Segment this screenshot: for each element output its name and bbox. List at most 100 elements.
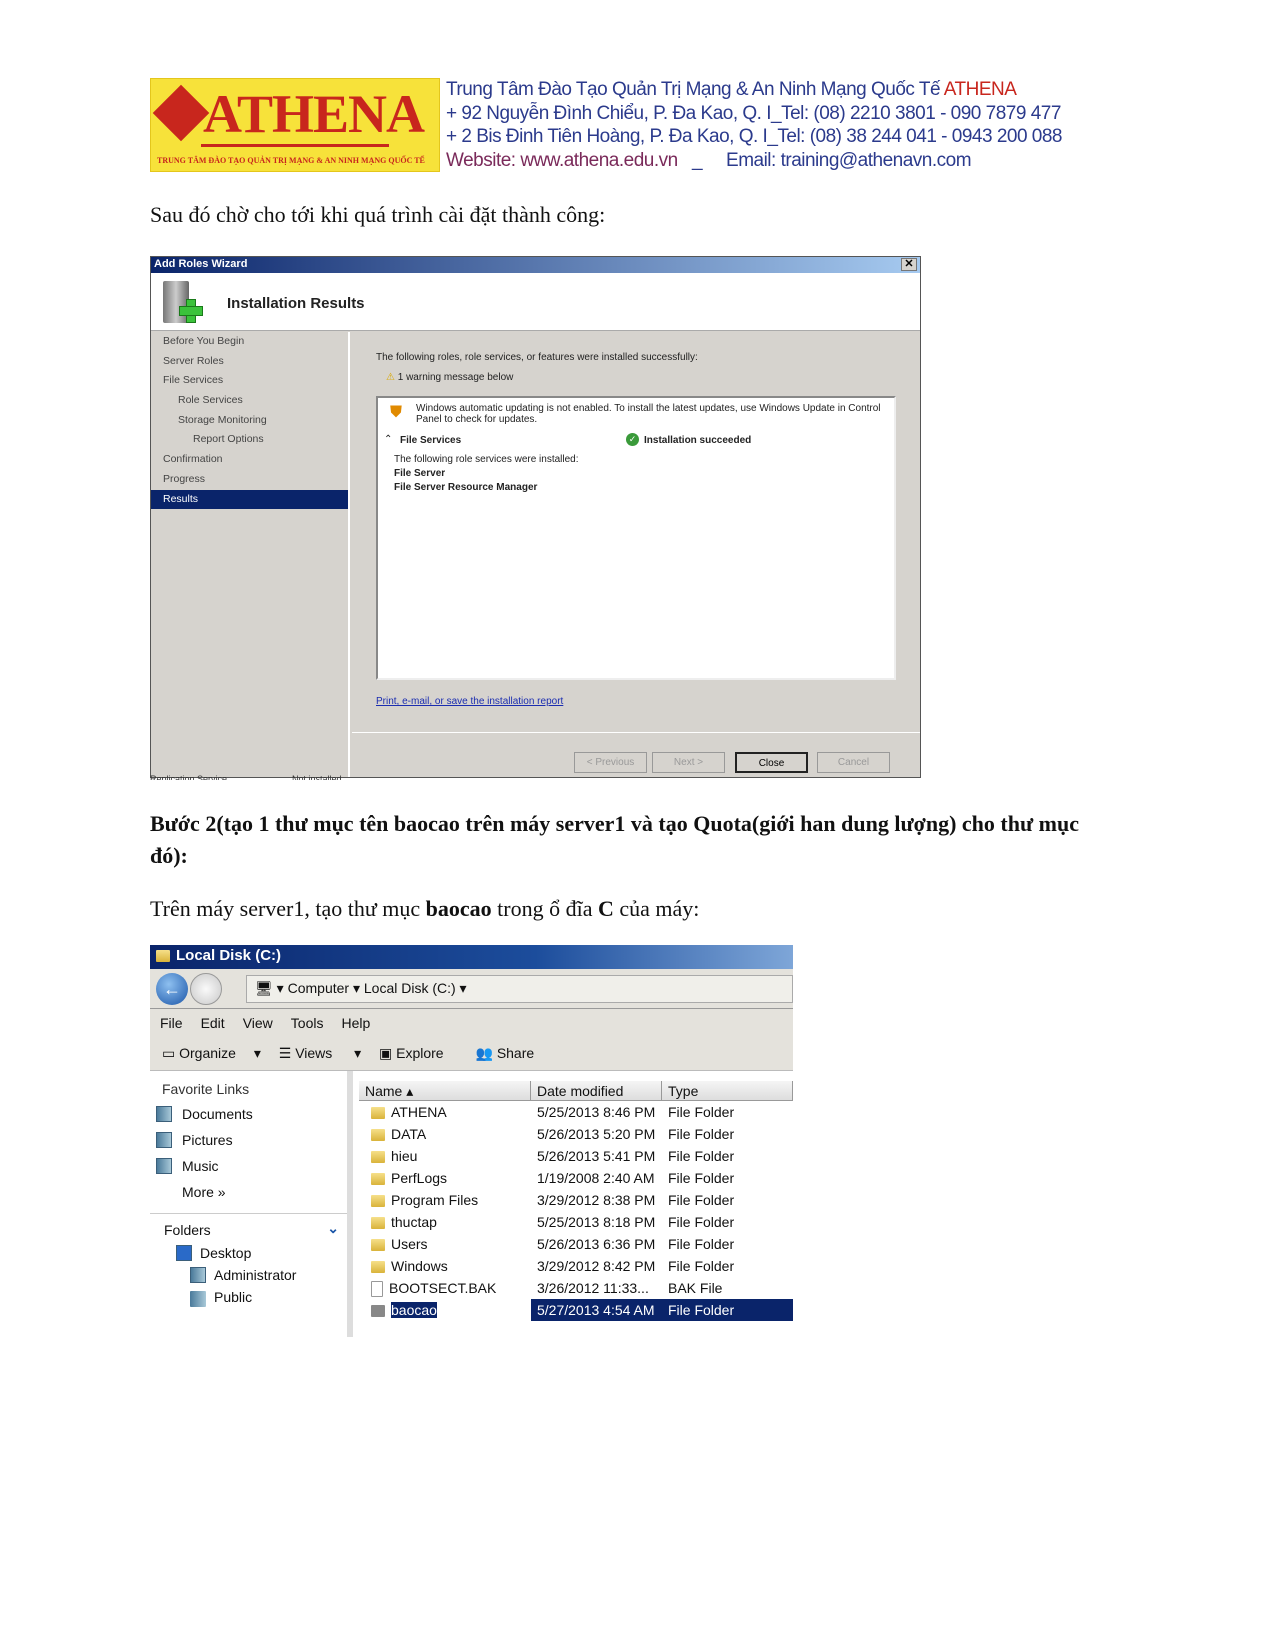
file-row[interactable]: Windows 3/29/2012 8:42 PM File Folder — [359, 1255, 793, 1277]
collapse-icon[interactable]: ⌃ — [384, 434, 392, 445]
window-title: Local Disk (C:) — [176, 947, 282, 964]
file-row[interactable]: DATA 5/26/2013 5:20 PM File Folder — [359, 1123, 793, 1145]
logo-diamond-icon — [152, 84, 210, 142]
menu-edit[interactable]: Edit — [201, 1015, 225, 1031]
fav-pictures[interactable]: Pictures — [150, 1127, 347, 1153]
folder-icon — [371, 1239, 385, 1252]
file-name-cell: hieu — [359, 1145, 531, 1167]
file-name-cell: baocao — [359, 1299, 531, 1321]
nav-report-options[interactable]: Report Options — [151, 430, 348, 450]
share-button[interactable]: 👥 Share — [475, 1045, 548, 1061]
back-button[interactable]: ← — [156, 973, 188, 1005]
tree-desktop[interactable]: Desktop — [150, 1242, 347, 1264]
file-row[interactable]: ATHENA 5/25/2013 8:46 PM File Folder — [359, 1101, 793, 1123]
installed-item: File Server Resource Manager — [394, 482, 538, 493]
column-name[interactable]: Name ▴ — [359, 1081, 531, 1100]
folder-icon — [371, 1107, 385, 1120]
wizard-banner: Installation Results — [151, 273, 920, 331]
nav-results[interactable]: Results — [151, 489, 348, 510]
file-row[interactable]: PerfLogs 1/19/2008 2:40 AM File Folder — [359, 1167, 793, 1189]
address-bar: ← 🖥 ▾ Computer ▾ Local Disk (C:) ▾ — [150, 969, 793, 1009]
nav-progress[interactable]: Progress — [151, 470, 348, 490]
nav-storage-monitoring[interactable]: Storage Monitoring — [151, 411, 348, 431]
column-date-modified[interactable]: Date modified — [531, 1081, 662, 1100]
file-name: PerfLogs — [391, 1170, 448, 1186]
tree-public[interactable]: Public — [150, 1286, 347, 1308]
nav-confirmation[interactable]: Confirmation — [151, 450, 348, 470]
menu-help[interactable]: Help — [341, 1015, 370, 1031]
address-2: + 2 Bis Đinh Tiên Hoàng, P. Đa Kao, Q. I… — [446, 126, 1063, 147]
close-icon[interactable]: ✕ — [901, 258, 917, 271]
menu-tools[interactable]: Tools — [291, 1015, 324, 1031]
file-row[interactable]: Users 5/26/2013 6:36 PM File Folder — [359, 1233, 793, 1255]
crumb-computer[interactable]: Computer — [288, 980, 349, 996]
cancel-button[interactable]: Cancel — [817, 752, 890, 773]
file-name-cell: PerfLogs — [359, 1167, 531, 1189]
folders-title: Folders — [164, 1222, 211, 1238]
file-name-cell: Program Files — [359, 1189, 531, 1211]
breadcrumb[interactable]: 🖥 ▾ Computer ▾ Local Disk (C:) ▾ — [246, 975, 793, 1003]
wizard-nav: Before You Begin Server Roles File Servi… — [151, 332, 350, 777]
installed-item: File Server — [394, 468, 446, 479]
next-button[interactable]: Next > — [652, 752, 725, 773]
label: Administrator — [214, 1267, 297, 1283]
nav-server-roles[interactable]: Server Roles — [151, 352, 348, 372]
file-type: File Folder — [668, 1258, 735, 1274]
column-type[interactable]: Type — [662, 1081, 793, 1100]
file-name-cell: BOOTSECT.BAK — [359, 1277, 531, 1299]
athena-logo: ATHENA TRUNG TÂM ĐÀO TẠO QUẢN TRỊ MẠNG &… — [150, 78, 440, 172]
address-1: + 92 Nguyễn Đình Chiểu, P. Đa Kao, Q. I_… — [446, 102, 1061, 124]
crumb-local-disk[interactable]: Local Disk (C:) — [364, 980, 456, 996]
nav-role-services[interactable]: Role Services — [151, 391, 348, 411]
file-name: ATHENA — [391, 1104, 447, 1120]
chevron-down-icon[interactable]: ⌄ — [327, 1220, 339, 1237]
add-icon — [179, 299, 203, 323]
music-icon — [156, 1158, 172, 1174]
file-date: 3/26/2012 11:33... — [537, 1280, 649, 1296]
previous-button[interactable]: < Previous — [574, 752, 647, 773]
organize-button[interactable]: ▭ Organize ▾ — [162, 1045, 261, 1061]
logo-text: ATHENA — [203, 84, 425, 144]
intro-text: The following roles, role services, or f… — [376, 352, 698, 363]
fav-documents[interactable]: Documents — [150, 1101, 347, 1127]
file-name-cell: ATHENA — [359, 1101, 531, 1123]
shield-warning-icon: ⛊ — [390, 404, 403, 421]
forward-button[interactable] — [190, 973, 222, 1005]
file-row[interactable]: thuctap 5/25/2013 8:18 PM File Folder — [359, 1211, 793, 1233]
label: Public — [214, 1289, 253, 1305]
folders-header[interactable]: Folders ⌄ — [150, 1213, 347, 1242]
paragraph-1: Sau đó chờ cho tới khi quá trình cài đặt… — [150, 202, 606, 227]
nav-file-services[interactable]: File Services — [151, 371, 348, 391]
fav-music[interactable]: Music — [150, 1153, 347, 1179]
file-row[interactable]: baocao 5/27/2013 4:54 AM File Folder — [359, 1299, 793, 1321]
warning-icon: ⚠ — [386, 372, 395, 383]
install-status: Installation succeeded — [644, 435, 752, 446]
menu-view[interactable]: View — [243, 1015, 273, 1031]
file-name-cell: Users — [359, 1233, 531, 1255]
file-row[interactable]: Program Files 3/29/2012 8:38 PM File Folde… — [359, 1189, 793, 1211]
report-link[interactable]: Print, e-mail, or save the installation … — [376, 696, 563, 707]
folder-name: baocao — [425, 896, 492, 921]
file-date: 5/27/2013 4:54 AM — [531, 1299, 662, 1321]
nav-before-you-begin[interactable]: Before You Begin — [151, 332, 348, 352]
file-name: thuctap — [391, 1214, 437, 1230]
file-name: hieu — [391, 1148, 418, 1164]
file-name-cell: DATA — [359, 1123, 531, 1145]
fav-more[interactable]: More » — [150, 1179, 347, 1205]
menu-file[interactable]: File — [160, 1015, 183, 1031]
add-roles-wizard: Add Roles Wizard ✕ Installation Results B… — [150, 256, 921, 778]
file-row[interactable]: BOOTSECT.BAK 3/26/2012 11:33... BAK File — [359, 1277, 793, 1299]
file-row[interactable]: hieu 5/26/2013 5:41 PM File Folder — [359, 1145, 793, 1167]
tree-administrator[interactable]: Administrator — [150, 1264, 347, 1286]
file-date: 3/29/2012 8:42 PM — [537, 1258, 656, 1274]
file-type: File Folder — [668, 1126, 735, 1142]
close-button[interactable]: Close — [735, 752, 808, 773]
section-file-services: File Services — [400, 435, 462, 446]
explore-button[interactable]: ▣ Explore — [379, 1045, 458, 1061]
wizard-heading: Installation Results — [227, 295, 365, 312]
wizard-titlebar: Add Roles Wizard ✕ — [151, 257, 920, 273]
views-button[interactable]: ☰ Views ▾ — [279, 1045, 361, 1061]
folder-icon — [371, 1173, 385, 1186]
file-name: Windows — [391, 1258, 448, 1274]
file-name: baocao — [391, 1302, 437, 1318]
